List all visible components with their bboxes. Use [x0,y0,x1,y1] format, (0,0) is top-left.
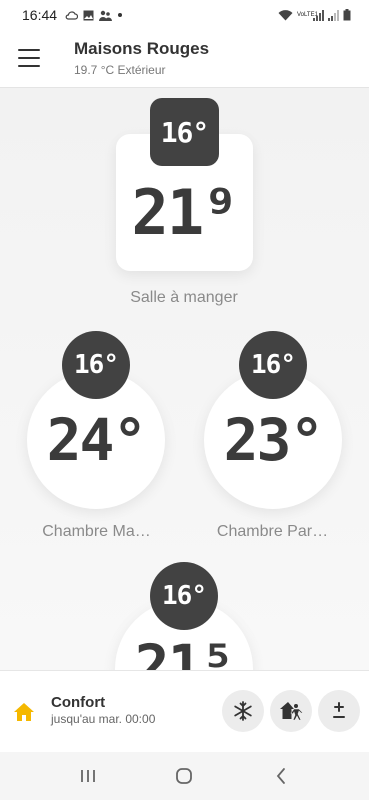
hamburger-icon-line [18,57,40,59]
navigation-bar [0,752,369,800]
image-icon [83,10,94,20]
wifi-icon [278,9,293,20]
mode-bar: Confort jusqu'au mar. 00:00 [0,670,369,752]
setpoint-badge[interactable]: 16° [150,98,219,166]
snowflake-icon [234,701,252,721]
menu-button[interactable] [18,49,40,67]
back-icon [276,768,285,784]
rooms-area[interactable]: 21⁹ 16° Salle à manger 24° 16° Chambre M… [0,88,369,670]
hamburger-icon-line [18,65,40,67]
back-button[interactable] [261,761,301,791]
status-time: 16:44 [22,7,58,23]
plus-minus-icon [333,702,345,718]
room-name: Chambre Ma… [42,523,151,540]
app-bar: Maisons Rouges 19.7 °C Extérieur [0,30,369,88]
home-title[interactable]: Maisons Rouges [74,39,209,59]
room-name: Salle à manger [130,289,238,306]
home-icon [14,703,34,721]
signal-icon [313,9,324,21]
setpoint-badge[interactable]: 16° [150,562,218,630]
cloud-icon [65,10,79,20]
setpoint-badge[interactable]: 16° [239,331,307,399]
current-temperature: 24° [46,406,148,474]
current-temperature: 21⁵ [134,632,236,670]
room-name: Chambre Par… [216,523,329,540]
away-button[interactable] [270,690,312,732]
home-circle-icon [176,768,193,784]
current-temperature: 21⁹ [131,176,240,249]
manual-adjust-button[interactable] [318,690,360,732]
mode-until: jusqu'au mar. 00:00 [51,712,156,726]
outdoor-temperature: 19.7 °C Extérieur [74,63,166,77]
notification-icons [65,10,123,21]
frost-guard-button[interactable] [222,690,264,732]
away-icon [280,702,303,721]
status-bar: 16:44 VoLTE1 [0,0,369,30]
recent-apps-icon [81,770,96,782]
battery-icon [343,9,351,21]
status-right: VoLTE1 [278,9,351,21]
setpoint-badge[interactable]: 16° [62,331,130,399]
dot-icon [118,13,123,17]
recent-apps-button[interactable] [68,761,108,791]
mode-name[interactable]: Confort [51,694,105,711]
current-temperature: 23° [223,406,325,474]
people-icon [99,10,113,21]
network-label: VoLTE1 [297,12,318,18]
signal-2-icon [328,9,339,21]
home-nav-button[interactable] [164,761,204,791]
hamburger-icon-line [18,49,40,51]
